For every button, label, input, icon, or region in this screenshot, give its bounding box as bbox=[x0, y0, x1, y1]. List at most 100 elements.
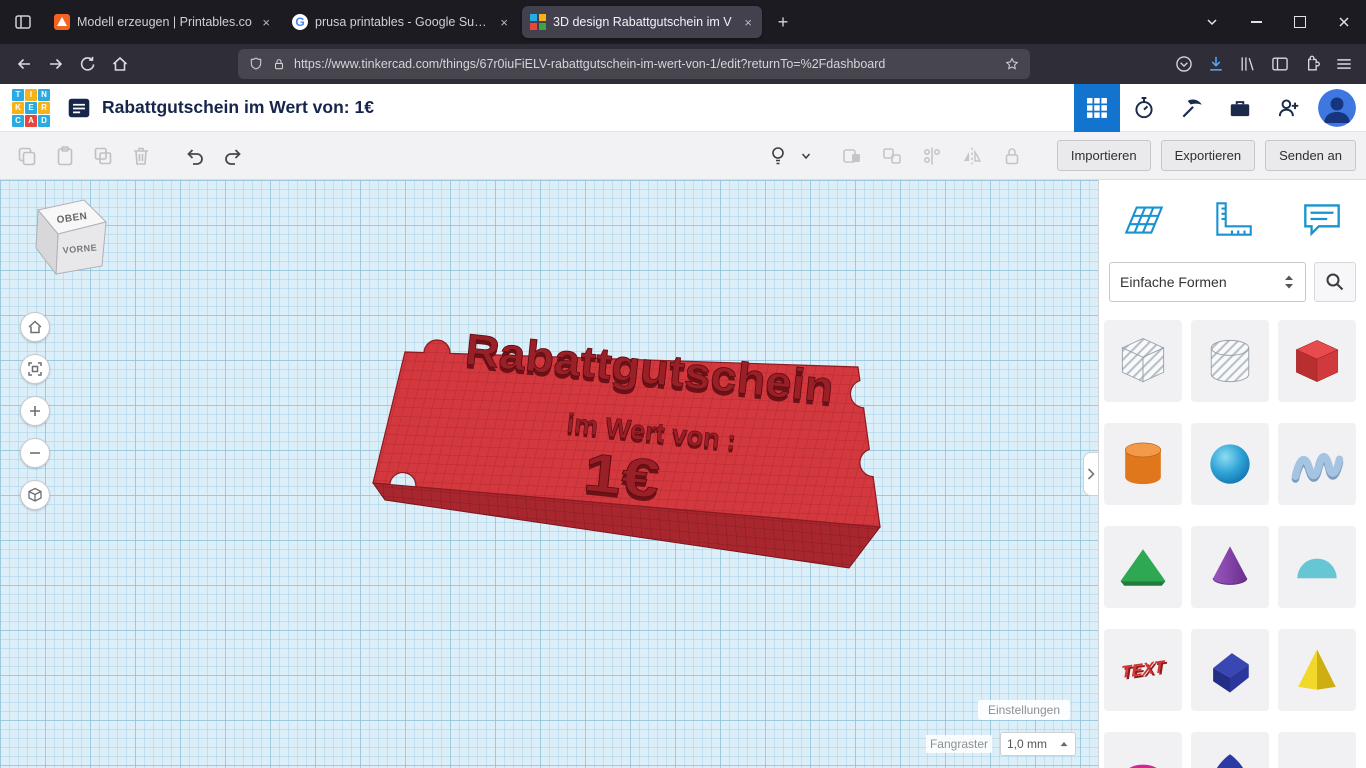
tab-tinkercad-active[interactable]: 3D design Rabattgutschein im V × bbox=[522, 6, 762, 38]
logo-tile: C bbox=[12, 115, 24, 127]
redo-icon[interactable] bbox=[216, 139, 250, 173]
design-menu-icon[interactable] bbox=[64, 93, 94, 123]
text-shape-glyph: TEXT bbox=[1121, 657, 1165, 683]
import-button[interactable]: Importieren bbox=[1057, 140, 1151, 171]
downloads-icon[interactable] bbox=[1206, 54, 1226, 74]
toolbar-right: Importieren Exportieren Senden an bbox=[761, 139, 1356, 173]
tab-google-search[interactable]: G prusa printables - Google Suche × bbox=[284, 6, 518, 38]
nav-right-icons bbox=[1174, 54, 1358, 74]
fit-view-button[interactable] bbox=[20, 354, 50, 384]
duplicate-icon[interactable] bbox=[86, 139, 120, 173]
snap-caret-icon bbox=[1059, 739, 1069, 749]
shape-card-torus[interactable] bbox=[1104, 732, 1182, 768]
shape-card-cone[interactable] bbox=[1191, 526, 1269, 608]
tab-close-icon[interactable]: × bbox=[260, 15, 272, 30]
snap-grid-value: 1,0 mm bbox=[1007, 737, 1047, 751]
back-button[interactable] bbox=[8, 48, 40, 80]
shape-card-roof[interactable] bbox=[1104, 526, 1182, 608]
navigation-toolbar: https://www.tinkercad.com/things/67r0iuF… bbox=[0, 44, 1366, 84]
url-bar[interactable]: https://www.tinkercad.com/things/67r0iuF… bbox=[238, 49, 1030, 79]
shape-card-sphere[interactable] bbox=[1191, 423, 1269, 505]
shape-card-paraboloid[interactable] bbox=[1191, 732, 1269, 768]
ruler-tool-icon[interactable] bbox=[1188, 192, 1277, 246]
shape-category-select[interactable]: Einfache Formen bbox=[1109, 262, 1306, 302]
shape-card-box-transparent[interactable] bbox=[1104, 320, 1182, 402]
3d-viewport[interactable]: Rabattgutschein Rabattgutschein im Wert … bbox=[0, 180, 1098, 768]
dashboard-grid-button[interactable] bbox=[1074, 84, 1120, 132]
minimize-button[interactable] bbox=[1234, 0, 1278, 44]
zoom-in-button[interactable] bbox=[20, 396, 50, 426]
printables-favicon bbox=[54, 14, 70, 30]
shape-card-scribble[interactable] bbox=[1278, 423, 1356, 505]
user-avatar[interactable] bbox=[1318, 89, 1356, 127]
chevron-right-icon bbox=[1086, 467, 1096, 481]
copy-icon[interactable] bbox=[10, 139, 44, 173]
shape-card-box-red[interactable] bbox=[1278, 320, 1356, 402]
settings-label[interactable]: Einstellungen bbox=[978, 700, 1070, 720]
list-tabs-icon[interactable] bbox=[1190, 0, 1234, 44]
view-home-button[interactable] bbox=[20, 312, 50, 342]
new-tab-button[interactable]: + bbox=[768, 7, 798, 37]
logo-tile: R bbox=[38, 102, 50, 114]
bookmark-star-icon[interactable] bbox=[1004, 56, 1020, 72]
delete-icon[interactable] bbox=[124, 139, 158, 173]
shape-card-polygon[interactable] bbox=[1191, 629, 1269, 711]
home-button[interactable] bbox=[104, 48, 136, 80]
undo-icon[interactable] bbox=[178, 139, 212, 173]
library-icon[interactable] bbox=[1238, 54, 1258, 74]
forward-button[interactable] bbox=[40, 48, 72, 80]
notes-tool-icon[interactable] bbox=[1277, 192, 1366, 246]
panel-collapse-handle[interactable] bbox=[1083, 452, 1098, 496]
extensions-icon[interactable] bbox=[1302, 54, 1322, 74]
view-cube[interactable]: OBEN VORNE bbox=[14, 188, 124, 288]
group-icon[interactable] bbox=[835, 139, 869, 173]
show-all-caret-icon[interactable] bbox=[801, 151, 811, 161]
briefcase-icon[interactable] bbox=[1216, 84, 1264, 132]
add-collaborator-icon[interactable] bbox=[1264, 84, 1312, 132]
pickaxe-icon[interactable] bbox=[1168, 84, 1216, 132]
firefox-view-icon[interactable] bbox=[8, 7, 38, 37]
tracking-shield-icon[interactable] bbox=[248, 56, 264, 72]
screen: Modell erzeugen | Printables.co × G prus… bbox=[0, 0, 1366, 768]
logo-tile: A bbox=[25, 115, 37, 127]
tab-close-icon[interactable]: × bbox=[498, 15, 510, 30]
show-all-icon[interactable] bbox=[761, 139, 795, 173]
export-button[interactable]: Exportieren bbox=[1161, 140, 1255, 171]
mirror-icon[interactable] bbox=[955, 139, 989, 173]
lock-icon[interactable] bbox=[272, 57, 286, 71]
svg-text:1€: 1€ bbox=[581, 442, 663, 510]
logo-tile: I bbox=[25, 89, 37, 101]
shape-card-hemisphere[interactable] bbox=[1278, 732, 1356, 768]
sidebar-icon[interactable] bbox=[1270, 54, 1290, 74]
close-button[interactable] bbox=[1322, 0, 1366, 44]
snap-grid-row: Fangraster 1,0 mm bbox=[926, 732, 1076, 756]
tab-close-icon[interactable]: × bbox=[742, 15, 754, 30]
tab-bar: Modell erzeugen | Printables.co × G prus… bbox=[0, 0, 1366, 44]
pocket-icon[interactable] bbox=[1174, 54, 1194, 74]
ticket-model[interactable]: Rabattgutschein Rabattgutschein im Wert … bbox=[373, 325, 880, 568]
search-shapes-button[interactable] bbox=[1314, 262, 1356, 302]
snap-grid-select[interactable]: 1,0 mm bbox=[1000, 732, 1076, 756]
tinkercad-logo[interactable]: TINKERCAD bbox=[12, 89, 50, 127]
tinkercad-header: TINKERCAD Rabattgutschein im Wert von: 1… bbox=[0, 84, 1366, 132]
paste-icon[interactable] bbox=[48, 139, 82, 173]
tab-printables[interactable]: Modell erzeugen | Printables.co × bbox=[46, 6, 280, 38]
ungroup-icon[interactable] bbox=[875, 139, 909, 173]
maximize-button[interactable] bbox=[1278, 0, 1322, 44]
shape-card-cylinder-transparent[interactable] bbox=[1191, 320, 1269, 402]
send-to-button[interactable]: Senden an bbox=[1265, 140, 1356, 171]
shape-card-half-sphere[interactable] bbox=[1278, 526, 1356, 608]
logo-tile: T bbox=[12, 89, 24, 101]
shape-card-cylinder-orange[interactable] bbox=[1104, 423, 1182, 505]
stopwatch-icon[interactable] bbox=[1120, 84, 1168, 132]
reload-button[interactable] bbox=[72, 48, 104, 80]
perspective-toggle-button[interactable] bbox=[20, 480, 50, 510]
shape-card-pyramid[interactable] bbox=[1278, 629, 1356, 711]
zoom-out-button[interactable] bbox=[20, 438, 50, 468]
align-icon[interactable] bbox=[915, 139, 949, 173]
workplane-tool-icon[interactable] bbox=[1099, 192, 1188, 246]
lock-toggle-icon[interactable] bbox=[995, 139, 1029, 173]
logo-tile: N bbox=[38, 89, 50, 101]
shape-card-text[interactable]: TEXT bbox=[1104, 629, 1182, 711]
menu-icon[interactable] bbox=[1334, 54, 1354, 74]
